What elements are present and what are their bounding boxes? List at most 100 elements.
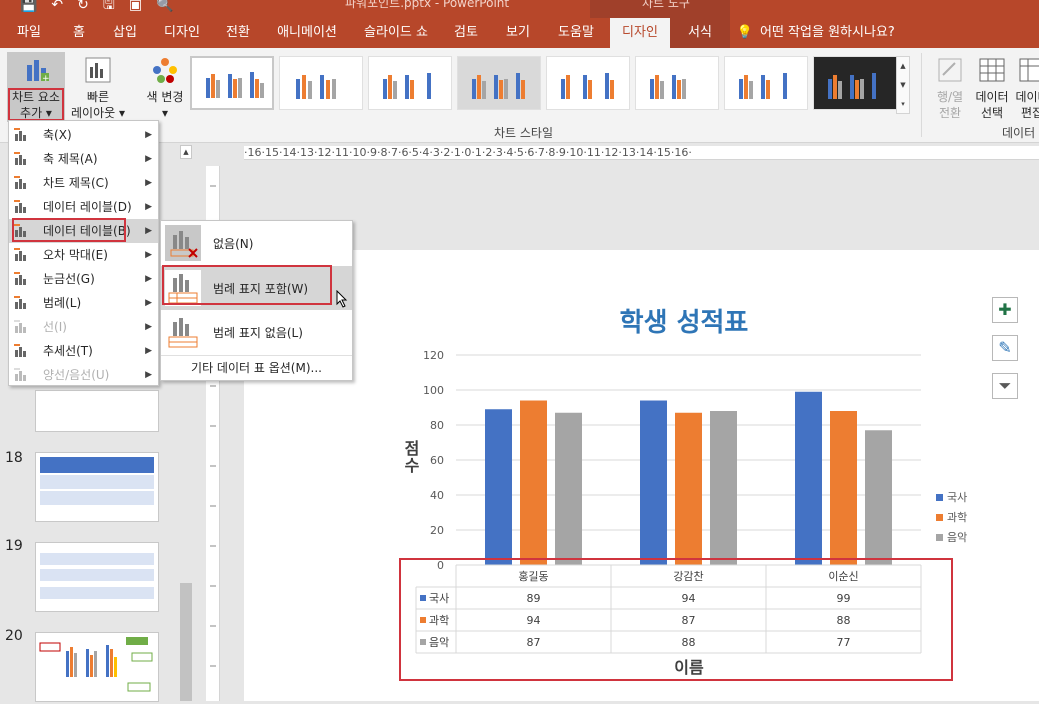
tab-animations[interactable]: 애니메이션 <box>266 18 348 48</box>
error-bars-icon <box>14 248 26 261</box>
menu-item-label: 차트 제목(C) <box>43 176 109 190</box>
chart-style-4[interactable] <box>457 56 541 110</box>
no-data-table-icon <box>165 225 201 261</box>
submenu-arrow-icon: ▶ <box>145 178 152 188</box>
menu-item-error-bars[interactable]: 오차 막대(E) ▶ <box>9 243 158 267</box>
menu-item-trendline[interactable]: 추세선(T) ▶ <box>9 339 158 363</box>
quick-layout-label-1: 빠른 <box>86 90 110 104</box>
menu-item-label: 양선/음선(U) <box>43 368 110 382</box>
chart-style-6[interactable] <box>635 56 719 110</box>
tab-review[interactable]: 검토 <box>446 18 486 48</box>
submenu-item-none[interactable]: 없음(N) <box>161 221 352 265</box>
tab-home[interactable]: 홈 <box>62 18 96 48</box>
submenu-arrow-icon: ▶ <box>145 370 152 380</box>
tab-view[interactable]: 보기 <box>496 18 540 48</box>
legend-entry: 과학 <box>936 508 967 528</box>
chart-filters-funnel-icon[interactable]: ⏷ <box>992 373 1018 399</box>
chart-style-1[interactable] <box>190 56 274 110</box>
gallery-down-icon[interactable]: ▼ <box>897 76 909 95</box>
submenu-item-no-legend-keys[interactable]: 범례 표지 없음(L) <box>161 310 352 354</box>
title-bar: 💾↶↻🖫▣🔍 파워포인트.pptx - PowerPoint 차트 도구 <box>0 0 1039 18</box>
chart-style-8[interactable] <box>813 56 897 110</box>
scroll-up-icon[interactable]: ▲ <box>180 145 192 159</box>
slide-number-18: 18 <box>5 450 23 466</box>
quick-access-toolbar[interactable]: 💾↶↻🖫▣🔍 <box>20 0 187 18</box>
menu-item-legend[interactable]: 범례(L) ▶ <box>9 291 158 315</box>
select-data-label-1: 데이터 <box>975 90 1009 104</box>
tab-help[interactable]: 도움말 <box>550 18 602 48</box>
tab-format[interactable]: 서식 <box>670 18 730 48</box>
menu-item-axes[interactable]: 축(X) ▶ <box>9 123 158 147</box>
legend-swatch <box>936 494 943 501</box>
quick-layout-button[interactable]: 빠른 레이아웃 ▾ <box>68 52 128 121</box>
tab-file[interactable]: 파일 <box>4 18 54 48</box>
switch-row-column-label-1: 행/열 <box>936 90 964 104</box>
edit-data-label-1: 데이터 <box>1015 90 1039 104</box>
legend-swatch <box>936 534 943 541</box>
menu-item-label: 선(I) <box>43 320 67 334</box>
context-title: 차트 도구 <box>642 0 690 10</box>
slide-thumbnail-17[interactable] <box>35 390 159 432</box>
tab-design[interactable]: 디자인 <box>154 18 210 48</box>
select-data-button[interactable]: 데이터 선택 <box>972 52 1012 121</box>
thumbnail-row-band <box>40 587 154 599</box>
submenu-arrow-icon: ▶ <box>145 226 152 236</box>
add-chart-element-icon: + <box>27 60 50 84</box>
context-header: 차트 도구 <box>590 0 730 18</box>
ribbon-tabs: 파일 홈 삽입 디자인 전환 애니메이션 슬라이드 쇼 검토 보기 도움말 디자… <box>0 18 1039 48</box>
menu-item-chart-title[interactable]: 차트 제목(C) ▶ <box>9 171 158 195</box>
chart-style-2[interactable] <box>279 56 363 110</box>
chart-title-icon <box>14 176 26 189</box>
bar-음악-홍길동 <box>555 412 582 565</box>
axis-titles-icon <box>14 152 26 165</box>
menu-item-data-labels[interactable]: 데이터 레이블(D) ▶ <box>9 195 158 219</box>
style-preview <box>202 66 266 98</box>
menu-item-up-down-bars[interactable]: 양선/음선(U) ▶ <box>9 363 158 387</box>
tab-transitions[interactable]: 전환 <box>216 18 260 48</box>
menu-item-gridlines[interactable]: 눈금선(G) ▶ <box>9 267 158 291</box>
switch-row-column-button[interactable]: 행/열 전환 <box>928 52 972 121</box>
more-data-table-options[interactable]: 기타 데이터 표 옵션(M)... <box>161 355 352 379</box>
gallery-up-icon[interactable]: ▲ <box>897 57 909 76</box>
chart-styles-brush-icon[interactable]: ✎ <box>992 335 1018 361</box>
tab-slide-show[interactable]: 슬라이드 쇼 <box>356 18 436 48</box>
menu-item-label: 범례(L) <box>43 296 82 310</box>
tell-me-box[interactable]: 어떤 작업을 원하시나요? <box>760 18 910 48</box>
slide-thumbnail-19[interactable] <box>35 542 159 612</box>
y-tick-label: 120 <box>423 349 444 362</box>
bar-과학-강감찬 <box>675 412 702 565</box>
edit-data-button[interactable]: 데이터 편집 <box>1012 52 1039 121</box>
menu-item-lines[interactable]: 선(I) ▶ <box>9 315 158 339</box>
axes-icon <box>14 128 26 141</box>
gallery-scroll[interactable]: ▲ ▼ ▾ <box>896 56 910 114</box>
bar-국사-강감찬 <box>640 400 667 565</box>
chart-styles-gallery[interactable] <box>188 56 897 114</box>
slide-number-20: 20 <box>5 628 23 644</box>
chart-legend[interactable]: 국사 과학 음악 <box>936 488 967 548</box>
chart-style-5[interactable] <box>546 56 630 110</box>
tab-chart-design[interactable]: 디자인 <box>610 18 670 48</box>
trendline-icon <box>14 344 26 357</box>
tab-insert[interactable]: 삽입 <box>104 18 146 48</box>
menu-item-axis-titles[interactable]: 축 제목(A) ▶ <box>9 147 158 171</box>
chart-style-3[interactable] <box>368 56 452 110</box>
thumbnail-row-band <box>40 569 154 581</box>
chart-elements-plus-icon[interactable]: ✚ <box>992 297 1018 323</box>
y-tick-label: 40 <box>430 489 444 502</box>
thumbnail-chart-preview <box>39 637 153 692</box>
chart-style-7[interactable] <box>724 56 808 110</box>
change-colors-label: 색 변경 <box>146 90 184 104</box>
submenu-arrow-icon: ▶ <box>145 202 152 212</box>
gallery-more-icon[interactable]: ▾ <box>897 95 909 114</box>
slide-thumbnail-20[interactable] <box>35 632 159 702</box>
bar-국사-홍길동 <box>485 409 512 565</box>
gridlines-icon <box>14 272 26 285</box>
lines-icon <box>14 320 26 333</box>
submenu-label: 범례 표지 없음(L) <box>213 326 303 340</box>
scrollbar-thumb[interactable] <box>180 583 192 701</box>
slide-canvas[interactable]: 학생 성적표 점수 이름 0 20 40 60 80 100 120 홍길동 강감찬 이순신 국사 8… <box>244 250 1039 701</box>
thumbnail-row-band <box>40 475 154 489</box>
change-colors-button[interactable]: 색 변경 ▾ <box>140 52 190 121</box>
slide-thumbnail-18[interactable] <box>35 452 159 522</box>
style-preview <box>646 67 710 99</box>
